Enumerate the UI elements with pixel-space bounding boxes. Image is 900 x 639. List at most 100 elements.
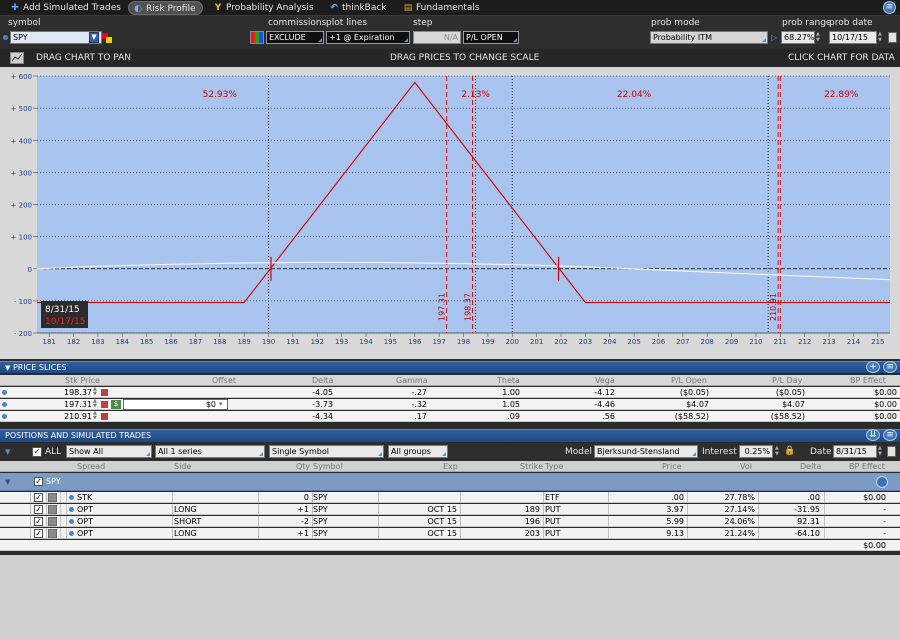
date-spinner-icon[interactable]: ▲ ▼ bbox=[878, 445, 882, 457]
date-input[interactable]: 8/31/15 bbox=[833, 445, 877, 458]
col-bp-effect[interactable]: BP Effect bbox=[850, 375, 886, 386]
col-pl-open[interactable]: P/L Open bbox=[671, 375, 707, 386]
col-vol[interactable]: Vol bbox=[740, 461, 752, 472]
stk-spinner-icon[interactable]: ▲ ▼ bbox=[93, 387, 97, 397]
col-qty[interactable]: Qty bbox=[296, 461, 310, 472]
position-color-swatch[interactable] bbox=[48, 529, 57, 538]
prob-range-input[interactable]: 68.27% bbox=[781, 31, 815, 44]
positions-menu-icon[interactable]: ≡ bbox=[883, 429, 897, 441]
series-dropdown[interactable]: All 1 series bbox=[155, 445, 265, 458]
stk-price-cell[interactable]: 198.37 bbox=[60, 387, 92, 398]
commissions-dropdown[interactable]: EXCLUDE bbox=[266, 31, 324, 44]
group-checkbox[interactable]: ✓ bbox=[34, 477, 43, 486]
model-dropdown[interactable]: Bjerksund-Stensland bbox=[594, 445, 698, 458]
col-vega[interactable]: Vega bbox=[595, 375, 615, 386]
groups-dropdown[interactable]: All groups bbox=[388, 445, 448, 458]
tab-add-simulated-trades[interactable]: ✚ Add Simulated Trades bbox=[6, 1, 127, 15]
position-row[interactable]: ✓ STK 0 SPY ETF .00 27.78% .00 $0.00 bbox=[0, 492, 900, 503]
group-row-spy[interactable]: ▼ ✓ SPY bbox=[0, 473, 900, 491]
col-gamma[interactable]: Gamma bbox=[396, 375, 428, 386]
position-checkbox[interactable]: ✓ bbox=[34, 493, 43, 502]
click-data-label: CLICK CHART FOR DATA bbox=[788, 53, 895, 63]
gear-icon[interactable] bbox=[876, 476, 888, 488]
bp-effect-cell: $0.00 bbox=[874, 400, 897, 409]
cell-divider bbox=[460, 516, 461, 527]
slice-lock-icon[interactable] bbox=[101, 401, 108, 408]
tab-probability-analysis[interactable]: Y Probability Analysis bbox=[209, 1, 320, 15]
col-delta[interactable]: Delta bbox=[312, 375, 333, 386]
prob-mode-dropdown[interactable]: Probability ITM bbox=[650, 31, 768, 44]
tab-risk-profile[interactable]: ◐ Risk Profile bbox=[128, 1, 203, 15]
tab-fundamentals[interactable]: ▤ Fundamentals bbox=[399, 1, 486, 15]
select-all-checkbox[interactable]: ✓ bbox=[32, 447, 42, 457]
col-side[interactable]: Side bbox=[174, 461, 191, 472]
col-stk-price[interactable]: Stk Price bbox=[65, 375, 100, 386]
collapse-arrow-icon[interactable]: ▷ bbox=[771, 33, 777, 42]
position-calendar-icon[interactable] bbox=[887, 446, 896, 457]
col-strike[interactable]: Strike bbox=[520, 461, 543, 472]
position-row[interactable]: ✓ OPT LONG +1 SPY OCT 15 189 PUT 3.97 27.14% -31.9… bbox=[0, 504, 900, 515]
col-pl-day[interactable]: P/L Day bbox=[772, 375, 802, 386]
group-collapse-icon[interactable]: ▼ bbox=[5, 478, 10, 486]
tab-thinkback[interactable]: ↶ thinkBack bbox=[325, 1, 393, 15]
position-color-swatch[interactable] bbox=[48, 505, 57, 514]
col-spread[interactable]: Spread bbox=[77, 461, 105, 472]
prob-range-spinner-icon[interactable]: ▲ ▼ bbox=[816, 31, 824, 44]
position-checkbox[interactable]: ✓ bbox=[34, 529, 43, 538]
symbol-dropdown-icon[interactable]: ▼ bbox=[89, 32, 99, 43]
collapse-icon[interactable]: ▼ bbox=[5, 364, 10, 372]
position-color-swatch[interactable] bbox=[48, 517, 57, 526]
position-row[interactable]: ✓ OPT LONG +1 SPY OCT 15 203 PUT 9.13 21.24% -64.1… bbox=[0, 528, 900, 539]
col-exp[interactable]: Exp bbox=[443, 461, 458, 472]
stk-spinner-icon[interactable]: ▲ ▼ bbox=[93, 411, 97, 421]
col-offset[interactable]: Offset bbox=[212, 375, 236, 386]
slice-lock-icon[interactable] bbox=[101, 389, 108, 396]
price-slice-row[interactable]: 210.91 ▲ ▼ -4.34 .17 .09 .56 ($58.52) ($58.52) $0… bbox=[0, 411, 900, 422]
position-row[interactable]: ✓ OPT SHORT -2 SPY OCT 15 196 PUT 5.99 24.06% 92.3… bbox=[0, 516, 900, 527]
dollar-icon[interactable]: $ bbox=[111, 400, 121, 409]
symbol-link-icon[interactable] bbox=[102, 33, 112, 43]
show-dropdown[interactable]: Show All bbox=[66, 445, 152, 458]
collapse-all-icon[interactable]: ▼ bbox=[5, 448, 10, 456]
offset-dropdown-icon[interactable]: ▾ bbox=[219, 399, 223, 410]
expand-icon[interactable]: ⇊ bbox=[866, 429, 880, 441]
pl-mode-dropdown[interactable]: P/L OPEN bbox=[463, 31, 519, 44]
menu-icon[interactable]: ≡ bbox=[883, 1, 896, 14]
price-slice-row[interactable]: 197.31 ▲ ▼ $ $0 ▾ -3.73 -.32 1.05 -4.46 $4.07 $4.07… bbox=[0, 399, 900, 410]
positions-header[interactable]: POSITIONS AND SIMULATED TRADES bbox=[0, 429, 900, 442]
risk-profile-chart[interactable]: + 600 + 500 + 400 + 300 + 200 + 100 0 - 100 - 20… bbox=[0, 67, 900, 359]
lock-icon[interactable]: 🔒 bbox=[784, 446, 795, 456]
col-price[interactable]: Price bbox=[662, 461, 682, 472]
prob-date-spinner-icon[interactable]: ▲ ▼ bbox=[878, 31, 888, 44]
slice-lock-icon[interactable] bbox=[101, 413, 108, 420]
interest-input[interactable]: 0.25% bbox=[739, 445, 773, 458]
color-grid-icon[interactable] bbox=[250, 31, 264, 44]
col-symbol[interactable]: Symbol bbox=[313, 461, 343, 472]
col-type[interactable]: Type bbox=[545, 461, 563, 472]
stk-spinner-icon[interactable]: ▲ ▼ bbox=[93, 399, 97, 409]
price-slices-header[interactable]: ▼ PRICE SLICES bbox=[0, 361, 900, 373]
plot-lines-dropdown[interactable]: +1 @ Expiration bbox=[326, 31, 410, 44]
drag-pan-label: DRAG CHART TO PAN bbox=[36, 53, 132, 63]
col-bp-effect-pos[interactable]: BP Effect bbox=[849, 461, 885, 472]
slices-menu-icon[interactable]: ≡ bbox=[883, 361, 897, 373]
position-color-swatch[interactable] bbox=[48, 493, 57, 502]
vol-cell: 27.14% bbox=[724, 505, 755, 514]
price-slice-row[interactable]: 198.37 ▲ ▼ -4.05 -.27 1.00 -4.12 ($0.05) ($0.05)… bbox=[0, 387, 900, 398]
add-slice-icon[interactable]: + bbox=[866, 361, 880, 373]
position-checkbox[interactable]: ✓ bbox=[34, 517, 43, 526]
symbol-filter-dropdown[interactable]: Single Symbol bbox=[269, 445, 384, 458]
calendar-icon[interactable] bbox=[888, 32, 897, 43]
prob-date-input[interactable]: 10/17/15 bbox=[829, 31, 877, 44]
chart-settings-icon[interactable] bbox=[10, 52, 24, 64]
col-theta[interactable]: Theta bbox=[497, 375, 520, 386]
price-slices-column-header: Stk Price Offset Delta Gamma Theta Vega … bbox=[0, 375, 900, 386]
stk-price-cell[interactable]: 210.91 bbox=[60, 411, 92, 422]
strike-cell: 189 bbox=[524, 505, 540, 514]
position-checkbox[interactable]: ✓ bbox=[34, 505, 43, 514]
step-input[interactable]: N/A bbox=[413, 31, 461, 44]
cell-divider bbox=[758, 492, 759, 503]
col-delta-pos[interactable]: Delta bbox=[800, 461, 821, 472]
interest-spinner-icon[interactable]: ▲ ▼ bbox=[775, 445, 779, 457]
stk-price-cell[interactable]: 197.31 bbox=[60, 399, 92, 410]
